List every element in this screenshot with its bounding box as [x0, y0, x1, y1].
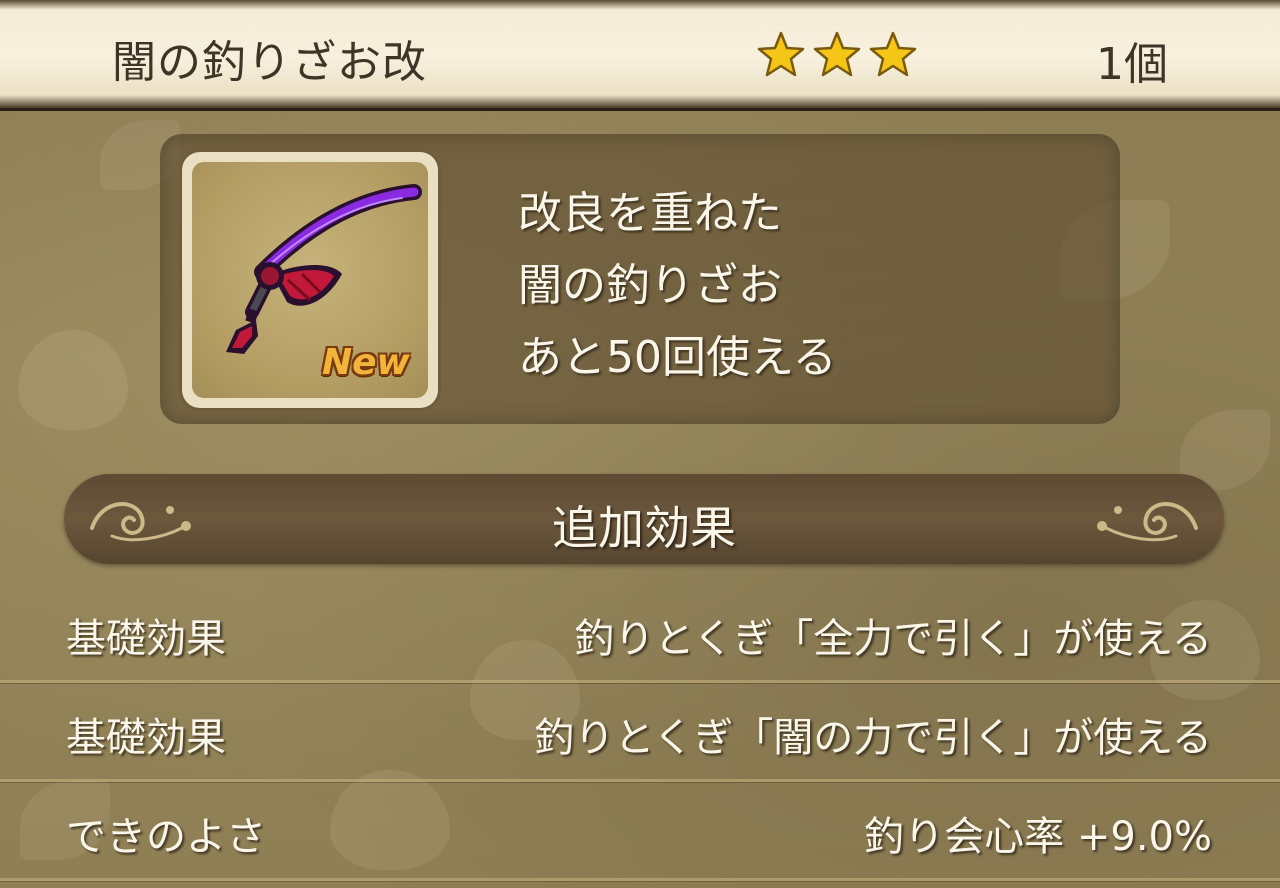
effect-row: 基礎効果 釣りとくぎ「闇の力で引く」が使える: [0, 683, 1280, 782]
item-name: 闇の釣りざお改: [112, 37, 427, 88]
section-banner: 追加効果: [64, 474, 1224, 564]
item-icon-background: New: [192, 162, 428, 398]
description-line: 改良を重ねた: [518, 188, 782, 239]
description-line: あと50回使える: [518, 332, 837, 383]
star-icon: [813, 31, 861, 77]
effect-value: 釣りとくぎ「闇の力で引く」が使える: [534, 715, 1212, 761]
item-description: 改良を重ねた 闇の釣りざお あと50回使える: [518, 178, 837, 394]
effect-label: 基礎効果: [66, 715, 226, 761]
effect-value: 釣り会心率 +9.0%: [864, 814, 1212, 860]
item-quantity: 1個: [1096, 39, 1168, 90]
item-info-panel: New 改良を重ねた 闇の釣りざお あと50回使える: [160, 134, 1120, 424]
effect-row: 基礎効果 釣りとくぎ「全力で引く」が使える: [0, 584, 1280, 683]
section-title: 追加効果: [552, 501, 736, 555]
item-detail-screen: 闇の釣りざお改 1個 New 改良を重ねた 闇の釣りざお あと50回使える 追加…: [0, 0, 1280, 888]
star-icon: [757, 31, 805, 77]
item-header-bar: 闇の釣りざお改 1個: [0, 0, 1280, 111]
effect-label: できのよさ: [66, 814, 266, 860]
background-slime-motif: [18, 330, 128, 430]
star-icon: [869, 31, 917, 77]
new-badge: New: [322, 342, 410, 383]
effect-label: 基礎効果: [66, 616, 226, 662]
effect-row: できのよさ 釣り会心率 +9.0%: [0, 782, 1280, 881]
item-icon-frame[interactable]: New: [182, 152, 438, 408]
description-line: 闇の釣りざお: [518, 260, 782, 311]
effect-value: 釣りとくぎ「全力で引く」が使える: [574, 616, 1212, 662]
rarity-stars: [756, 30, 918, 80]
flourish-ornament-icon: [1097, 502, 1198, 542]
